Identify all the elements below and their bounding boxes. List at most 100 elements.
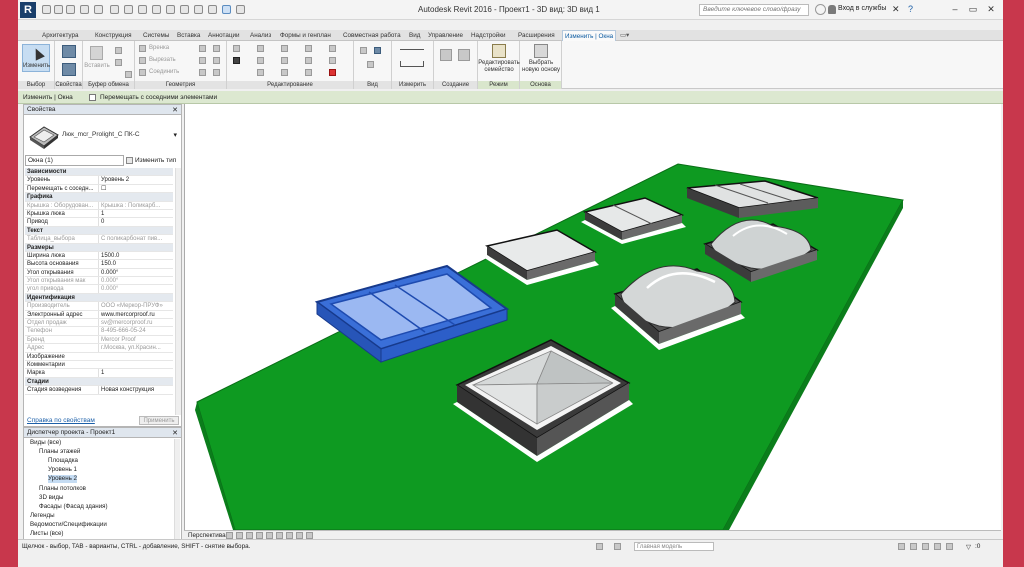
ribbon-minimize-icon[interactable]: ▭▾	[620, 30, 629, 41]
hide-icon[interactable]	[360, 47, 367, 54]
show-crop-icon[interactable]	[276, 532, 283, 539]
offset-icon[interactable]	[257, 45, 264, 52]
align-icon[interactable]	[233, 45, 240, 52]
paint-icon[interactable]	[199, 57, 206, 64]
browser-item[interactable]: Уровень 2	[48, 475, 77, 484]
close-hidden-icon[interactable]	[208, 5, 217, 14]
property-row[interactable]: Изображение	[25, 353, 173, 361]
property-row[interactable]: Таблица_выбора С поликарбонат пив...	[25, 235, 173, 244]
help-icon[interactable]: ?	[908, 4, 919, 15]
scale-icon[interactable]	[257, 69, 264, 76]
temp-hide-icon[interactable]	[296, 532, 303, 539]
cut-icon[interactable]	[115, 47, 122, 54]
trim-icon[interactable]	[305, 57, 312, 64]
tab-modify-windows[interactable]: Изменить | Окна	[562, 30, 617, 41]
tab-insert[interactable]: Вставка	[177, 30, 200, 41]
reveal-hidden-icon[interactable]	[306, 532, 313, 539]
unpin-icon[interactable]	[305, 69, 312, 76]
property-value[interactable]: 0.000°	[98, 268, 172, 277]
demolish-icon[interactable]	[213, 57, 220, 64]
filter-icon[interactable]: ▽	[966, 543, 971, 551]
property-value[interactable]: 1	[98, 369, 172, 377]
select-pinned-icon[interactable]	[922, 543, 929, 550]
property-row[interactable]: Адрес г.Москва, ул.Красин...	[25, 344, 173, 353]
exchange-apps-icon[interactable]: ✕	[892, 4, 903, 15]
property-row[interactable]: угол привода 0.000°	[25, 285, 173, 294]
pick-new-host-button[interactable]: Выбрать новую основу	[520, 60, 562, 74]
tab-view[interactable]: Вид	[409, 30, 420, 41]
property-value[interactable]: С поликарбонат пив...	[98, 235, 172, 243]
tab-manage[interactable]: Управление	[428, 30, 463, 41]
lock-view-icon[interactable]	[286, 532, 293, 539]
property-value[interactable]: 1	[98, 209, 172, 218]
array-icon[interactable]	[329, 57, 336, 64]
minimize-icon[interactable]: –	[948, 4, 962, 15]
property-value[interactable]: 1500.0	[98, 251, 172, 260]
pick-new-host-icon[interactable]	[534, 44, 548, 58]
search-input[interactable]: Введите ключевое слово/фразу	[699, 4, 809, 16]
property-value[interactable]: Уровень 2	[98, 176, 172, 184]
save-icon[interactable]	[54, 5, 63, 14]
edit-family-button[interactable]: Редактировать семейство	[478, 60, 520, 74]
3d-viewport[interactable]	[184, 104, 1001, 538]
restore-icon[interactable]: ▭	[966, 4, 980, 15]
copy-clipboard-icon[interactable]	[115, 59, 122, 66]
tab-annotate[interactable]: Аннотации	[208, 30, 239, 41]
sync-icon[interactable]	[66, 5, 75, 14]
select-underlay-icon[interactable]	[910, 543, 917, 550]
paste-icon[interactable]	[90, 46, 103, 60]
browser-item[interactable]: Уровень 1	[48, 466, 77, 474]
property-value[interactable]: Mercor Proof	[98, 335, 172, 344]
mirror-axis-icon[interactable]	[281, 45, 288, 52]
design-options-icon[interactable]	[614, 543, 621, 550]
property-value[interactable]: ☐	[98, 184, 172, 193]
property-row[interactable]: Угол открывания мак 0.000°	[25, 277, 173, 286]
property-value[interactable]: www.mercorproof.ru	[98, 310, 172, 318]
browser-item[interactable]: Фасады (Фасад здания)	[39, 503, 108, 511]
property-value[interactable]: Крышка : Поликарб...	[98, 201, 172, 209]
edit-family-icon[interactable]	[492, 44, 506, 58]
shadows-icon[interactable]	[246, 532, 253, 539]
undo-icon[interactable]	[80, 5, 89, 14]
delete-icon[interactable]	[329, 69, 336, 76]
browser-scrollbar[interactable]	[174, 439, 180, 539]
text-icon[interactable]	[152, 5, 161, 14]
edit-type-button[interactable]: Изменить тип	[126, 155, 180, 166]
browser-item[interactable]: Планы потолков	[39, 485, 86, 493]
print-icon[interactable]	[110, 5, 119, 14]
join-icon[interactable]	[139, 69, 146, 76]
property-row[interactable]: Марка 1	[25, 369, 173, 378]
remove-paint-icon[interactable]	[199, 69, 206, 76]
split-face-icon[interactable]	[213, 45, 220, 52]
property-row[interactable]: Ширина люка 1500.0	[25, 251, 173, 261]
move-icon[interactable]	[233, 57, 240, 64]
property-value[interactable]: Новая конструкция	[98, 386, 172, 394]
measure-between-icon[interactable]	[400, 49, 424, 50]
create-group-icon[interactable]	[458, 49, 470, 61]
browser-item[interactable]: Виды (все)	[30, 439, 61, 447]
sign-in-link[interactable]: Вход в службы	[838, 5, 886, 12]
measure-icon[interactable]	[124, 5, 133, 14]
property-row[interactable]: Высота основания 150.0	[25, 260, 173, 269]
aligned-dimension-icon[interactable]	[400, 61, 424, 67]
property-row[interactable]: Крышка люка 1	[25, 209, 173, 219]
browser-close-icon[interactable]: ✕	[172, 429, 178, 437]
unjoin-icon[interactable]	[213, 69, 220, 76]
dimension-icon[interactable]	[138, 5, 147, 14]
render-icon[interactable]	[256, 532, 263, 539]
wall-joins-icon[interactable]	[199, 45, 206, 52]
properties-icon[interactable]	[62, 45, 76, 58]
property-value[interactable]: sv@mercorproof.ru	[98, 319, 172, 327]
tab-collaborate[interactable]: Совместная работа	[343, 30, 401, 41]
create-parts-icon[interactable]	[440, 49, 452, 61]
property-row[interactable]: Перемещать с соседн... ☐	[25, 184, 173, 194]
property-row[interactable]: Телефон 8-495-666-05-24	[25, 327, 173, 336]
browser-item[interactable]: Ведомости/Спецификации	[30, 521, 107, 529]
property-row[interactable]: Комментарии	[25, 361, 173, 370]
3d-scene[interactable]	[185, 104, 1002, 530]
tab-structure[interactable]: Конструкция	[95, 30, 132, 41]
3d-view-icon[interactable]	[166, 5, 175, 14]
browser-item[interactable]: Площадка	[48, 457, 78, 465]
property-row[interactable]: Крышка : Оборудован... Крышка : Поликарб.…	[25, 201, 173, 210]
move-with-nearby-checkbox[interactable]	[89, 94, 96, 101]
